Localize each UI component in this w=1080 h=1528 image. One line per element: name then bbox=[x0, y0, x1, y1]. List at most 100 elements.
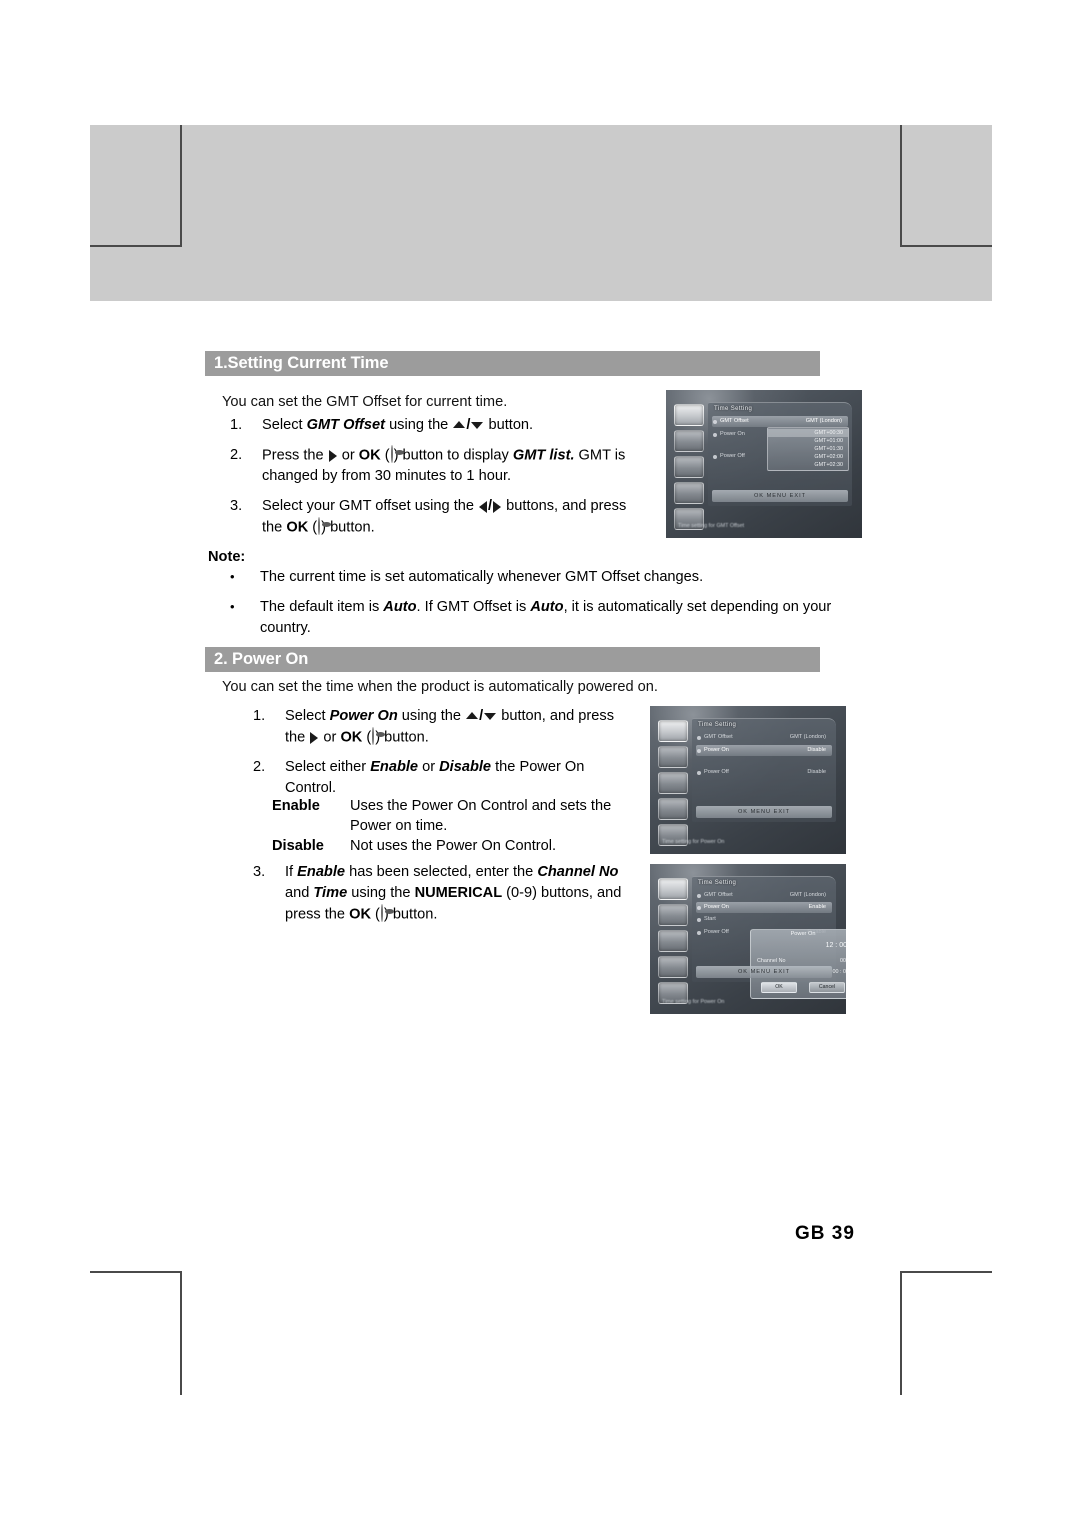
tv-menu-title: Time Setting bbox=[698, 880, 737, 886]
tv-dropdown-item: GMT+01:30 bbox=[814, 446, 843, 452]
tv-dialog-field-value: 001 bbox=[840, 958, 846, 964]
definition-term: Disable bbox=[272, 838, 324, 854]
step-text: or bbox=[319, 729, 341, 746]
step-text: ( bbox=[362, 729, 372, 746]
definition-row: Disable Not uses the Power On Control. bbox=[272, 836, 632, 856]
tv-help-text: Time setting for GMT Offset bbox=[678, 523, 745, 529]
step-item: 3. Select your GMT offset using the / but… bbox=[222, 496, 642, 538]
tv-sidebar-icon-picture bbox=[674, 430, 704, 452]
definition-description: Uses the Power On Control and sets the P… bbox=[350, 798, 612, 834]
tv-help-text: Time setting for Power On bbox=[662, 999, 725, 1005]
tv-help-text: Time setting for Power On bbox=[662, 839, 725, 845]
step-item: 2. Select either Enable or Disable the Po… bbox=[245, 757, 625, 799]
tv-menu-row: Power On Enable bbox=[696, 902, 832, 913]
tv-sidebar-icon-picture bbox=[658, 746, 688, 768]
page-header-band bbox=[90, 125, 992, 301]
tv-sidebar-icon-sound bbox=[674, 482, 704, 504]
page-number: GB 39 bbox=[795, 1223, 855, 1244]
tv-row-value: Enable bbox=[808, 904, 826, 910]
definition-term: Enable bbox=[272, 798, 320, 814]
crop-mark-top-left-horizontal bbox=[90, 245, 182, 247]
bullet-icon: • bbox=[230, 569, 235, 584]
crop-mark-top-left-vertical bbox=[180, 125, 182, 247]
tv-row-label: Power On bbox=[704, 904, 729, 910]
tv-menu-row: Power On Disable bbox=[696, 745, 832, 756]
step-text: Select either bbox=[285, 759, 371, 776]
tv-row-value: Disable bbox=[807, 747, 826, 753]
step-number: 1. bbox=[230, 417, 243, 433]
crop-mark-bottom-left-horizontal bbox=[90, 1271, 182, 1273]
tv-dialog-ok-button[interactable]: OK bbox=[761, 982, 797, 993]
intro-text-power-on: You can set the time when the product is… bbox=[222, 679, 658, 695]
step-number: 2. bbox=[253, 759, 266, 776]
step-emphasis: Enable bbox=[297, 864, 346, 880]
step-number: 3. bbox=[253, 864, 266, 880]
tv-row-value: GMT (London) bbox=[789, 892, 826, 898]
arrow-left-icon bbox=[479, 500, 488, 513]
slash-separator: / bbox=[488, 498, 493, 515]
arrow-up-icon bbox=[453, 420, 466, 428]
note-text: The current time is set automatically wh… bbox=[260, 569, 704, 585]
ok-button-icon bbox=[390, 445, 393, 463]
tv-content: Time Setting GMT Offset GMT (London) Pow… bbox=[656, 712, 838, 848]
step-text: Press the bbox=[262, 447, 328, 464]
note-text: . If GMT Offset is bbox=[416, 599, 531, 615]
note-text: The default item is bbox=[260, 599, 384, 615]
notes-list: • The current time is set automatically w… bbox=[222, 567, 842, 648]
arrow-down-icon bbox=[471, 421, 484, 429]
step-emphasis: OK bbox=[349, 906, 371, 923]
tv-menu-row: Power Off Disable bbox=[696, 767, 832, 778]
tv-dialog-cancel-button[interactable]: Cancel bbox=[809, 982, 845, 993]
step-emphasis: Enable bbox=[370, 759, 419, 776]
tv-gmt-dropdown: GMT+00:30 GMT+01:00 GMT+01:30 GMT+02:00 … bbox=[767, 427, 849, 471]
tv-footer-bar: OK MENU EXIT bbox=[696, 966, 832, 978]
step-text: has been selected, enter the bbox=[345, 864, 538, 880]
tv-sidebar bbox=[658, 878, 688, 1008]
step-number: 2. bbox=[230, 447, 243, 463]
intro-text-setting-current-time: You can set the GMT Offset for current t… bbox=[222, 394, 508, 410]
tv-row-bullet-icon bbox=[697, 749, 701, 753]
tv-sidebar-icon-channel bbox=[658, 930, 688, 952]
tv-sidebar-icon-channel bbox=[674, 456, 704, 478]
step-text: or bbox=[337, 447, 359, 464]
bullet-icon: • bbox=[230, 599, 235, 614]
step-emphasis: Power On bbox=[329, 708, 398, 724]
tv-power-on-dialog: Power On 12 : 00 Channel No 001 Time 00 … bbox=[750, 929, 846, 999]
crop-mark-top-right-horizontal bbox=[900, 245, 992, 247]
step-emphasis: OK bbox=[286, 519, 309, 536]
step-text: ) button to display bbox=[393, 447, 513, 464]
step-text: using the bbox=[385, 417, 453, 433]
tv-dropdown-item: GMT+00:30 bbox=[768, 429, 848, 437]
definition-description: Not uses the Power On Control. bbox=[350, 838, 557, 854]
tv-row-label: Power Off bbox=[720, 453, 745, 459]
step-text: and bbox=[285, 885, 314, 901]
steps-list-power-on: 1. Select Power On using the / button, an… bbox=[245, 706, 625, 808]
tv-row-label: GMT Offset bbox=[704, 734, 733, 740]
tv-row-label: Power On bbox=[720, 431, 745, 437]
tv-row-value: GMT (London) bbox=[789, 734, 826, 740]
tv-sidebar-icon-time bbox=[658, 878, 688, 900]
step-text: or bbox=[418, 759, 440, 776]
step-emphasis: NUMERICAL bbox=[414, 885, 503, 901]
step-text: ( bbox=[370, 906, 380, 923]
tv-row-bullet-icon bbox=[697, 894, 701, 898]
tv-footer-bar: OK MENU EXIT bbox=[696, 806, 832, 818]
tv-dialog-field-label: Channel No bbox=[757, 958, 786, 964]
step-text: If bbox=[285, 864, 298, 880]
tv-sidebar-icon-sound bbox=[658, 798, 688, 820]
note-label: Note: bbox=[208, 549, 246, 565]
tv-row-bullet-icon bbox=[697, 906, 701, 910]
tv-row-value: Disable bbox=[807, 769, 826, 775]
note-emphasis: Auto bbox=[383, 599, 417, 615]
tv-footer-bar: OK MENU EXIT bbox=[712, 490, 848, 502]
tv-row-label: GMT Offset bbox=[720, 418, 749, 424]
definition-list-enable-disable: Enable Uses the Power On Control and set… bbox=[272, 796, 632, 856]
tv-row-bullet-icon bbox=[697, 771, 701, 775]
tv-dialog-time-display: 12 : 00 bbox=[825, 942, 846, 949]
tv-menu-panel: Time Setting GMT Offset GMT (London) Pow… bbox=[708, 402, 852, 506]
step-text: ( bbox=[308, 519, 318, 536]
steps-list-setting-current-time: 1. Select GMT Offset using the / button. … bbox=[222, 415, 642, 548]
step-number: 3. bbox=[230, 498, 243, 515]
tv-content: Time Setting GMT Offset GMT (London) Pow… bbox=[672, 396, 854, 532]
arrow-right-icon bbox=[493, 500, 502, 513]
